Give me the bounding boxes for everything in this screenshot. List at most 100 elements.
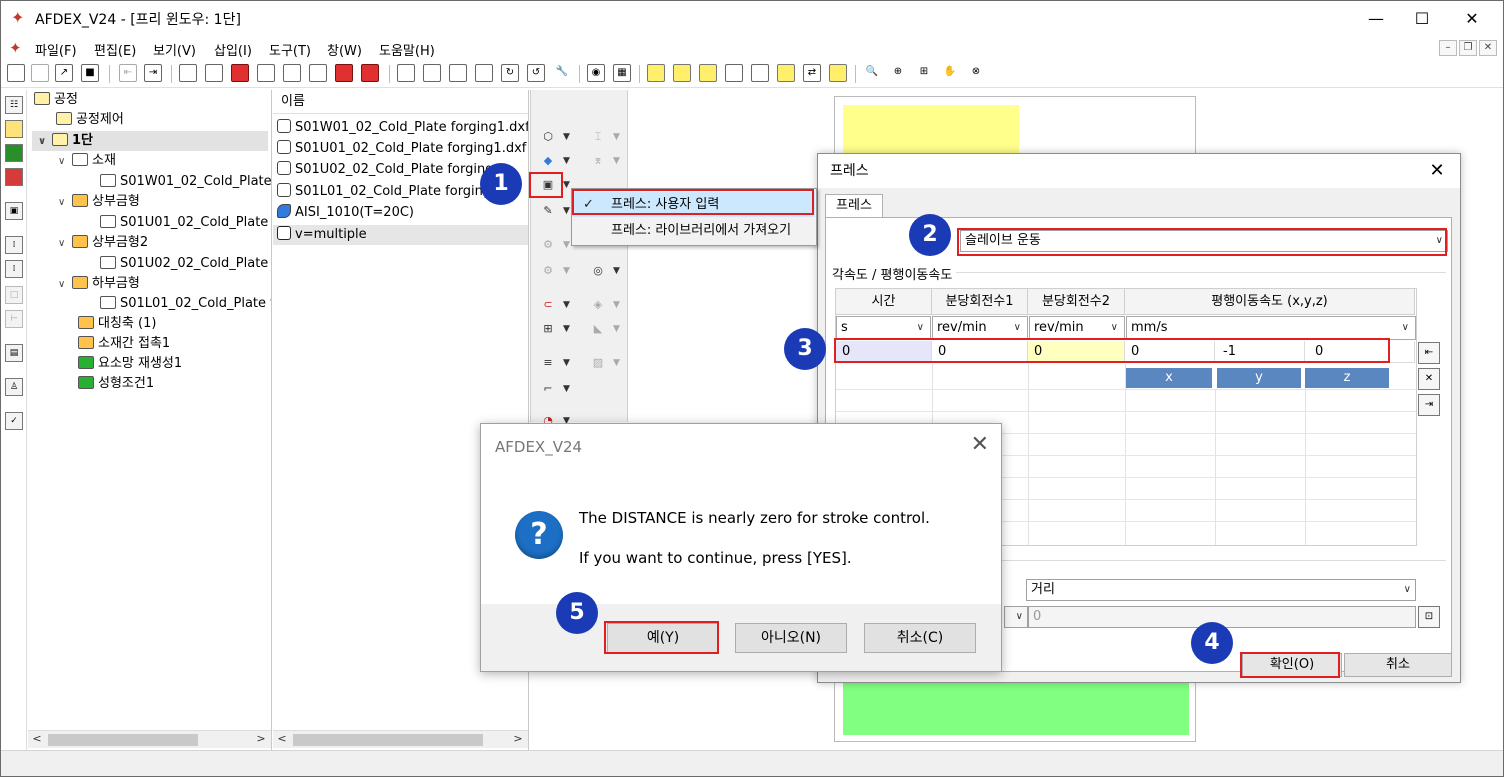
scrollbar-thumb[interactable] [293,734,483,746]
list-item[interactable]: S01L01_02_Cold_Plate forging [277,182,491,202]
chevron-down-icon[interactable]: ∨ [38,132,52,152]
cancel-button[interactable]: 취소 [1344,653,1452,677]
view-box-icon[interactable] [205,64,223,82]
cell-time[interactable]: 0 [836,341,932,363]
zoom-window-icon[interactable]: ⊗ [967,64,985,82]
tree-collapse-icon[interactable]: ⁞ [5,260,23,278]
tree-item[interactable]: 요소망 재생성1 [78,354,182,374]
press-tool-icon[interactable]: ▣ [537,176,559,196]
append-row-icon[interactable]: ⇥ [1418,394,1440,416]
column-header[interactable]: 분당회전수1 [932,289,1028,315]
mdi-restore-button[interactable]: ❐ [1459,40,1477,56]
chevron-down-icon[interactable]: ▼ [563,324,570,334]
save-icon[interactable]: ■ [81,64,99,82]
boundary-icon[interactable]: ⊞ [537,320,559,340]
user-icon[interactable]: ♙ [5,378,23,396]
tree-item[interactable]: S01W01_02_Cold_Plate [100,172,271,192]
shade-edge-icon[interactable] [673,64,691,82]
view-red-box-icon[interactable] [335,64,353,82]
column-header[interactable]: 평행이동속도 (x,y,z) [1125,289,1415,315]
chevron-down-icon[interactable]: ▼ [563,300,570,310]
ok-button[interactable]: 확인(O) [1242,653,1342,677]
unit-select-time[interactable]: s ∨ [836,316,931,340]
menu-file[interactable]: 파일(F) [35,40,77,59]
ring-icon[interactable]: ◎ [587,262,609,282]
file-list-header[interactable]: 이름 [273,90,528,114]
zoom-icon[interactable]: 🔍 [863,64,881,82]
tree-item[interactable]: 대칭축 (1) [78,314,156,334]
unit-select-rpm1[interactable]: rev/min ∨ [932,316,1028,340]
contact-tool-icon[interactable]: ⊂ [537,296,559,316]
chevron-down-icon[interactable]: ∨ [58,193,72,213]
open-folder-icon[interactable] [31,64,49,82]
menu-window[interactable]: 창(W) [327,40,362,59]
close-button[interactable]: ✕ [1449,5,1495,33]
remesh-tool-icon[interactable]: ⌐ [537,380,559,400]
swap-icon[interactable]: ⇄ [803,64,821,82]
scroll-right-icon[interactable]: > [511,732,525,748]
list-item-selected[interactable]: v=multiple [273,225,528,245]
layout-icon[interactable]: ▤ [5,344,23,362]
mdi-close-button[interactable]: ✕ [1479,40,1497,56]
view-box-icon[interactable] [179,64,197,82]
wire-mesh-icon[interactable] [751,64,769,82]
motion-type-select[interactable]: 슬레이브 운동 ∨ [960,230,1448,252]
tree-item[interactable]: 소재간 접촉1 [78,334,170,354]
chevron-down-icon[interactable]: ▼ [613,266,620,276]
menu-insert[interactable]: 삽입(I) [214,40,252,59]
tree-item[interactable]: ∨ 하부금형 [58,274,140,294]
mesh-icon[interactable] [699,64,717,82]
menu-help[interactable]: 도움말(H) [379,40,435,59]
import-icon[interactable]: ⇤ [119,64,137,82]
menu-view[interactable]: 보기(V) [153,40,196,59]
tree-item-selected[interactable]: ∨ 1단 [32,131,268,151]
view-iso-icon[interactable] [397,64,415,82]
tree-item[interactable]: 공정 [34,90,78,110]
dialog-close-icon[interactable]: ✕ [1424,159,1450,183]
maximize-button[interactable]: ☐ [1399,5,1445,33]
chevron-down-icon[interactable]: ▼ [563,180,570,190]
export-icon[interactable]: ⇥ [144,64,162,82]
wireframe-icon[interactable] [725,64,743,82]
list-item[interactable]: S01U01_02_Cold_Plate forging1.dxf [277,139,526,159]
transparent-icon[interactable] [777,64,795,82]
open-icon[interactable]: ↗ [55,64,73,82]
pick-icon[interactable]: ⊡ [1418,606,1440,628]
cell-rpm2[interactable]: 0 [1028,341,1125,363]
display-icon[interactable] [5,168,23,186]
tree-item[interactable]: ∨ 상부금형 [58,192,140,212]
grid-color-icon[interactable]: ▦ [613,64,631,82]
material-tool-icon[interactable]: ⬡ [537,128,559,148]
view-red-box-icon[interactable] [361,64,379,82]
column-header[interactable]: 시간 [836,289,932,315]
menu-item-press-from-library[interactable]: 프레스: 라이브러리에서 가져오기 [573,218,815,243]
small-select[interactable]: ∨ [1004,606,1028,628]
tree-item[interactable]: 성형조건1 [78,374,154,394]
chevron-down-icon[interactable]: ∨ [58,152,72,172]
chevron-down-icon[interactable]: ▼ [563,358,570,368]
menu-tools[interactable]: 도구(T) [269,40,311,59]
tree-item[interactable]: 공정제어 [56,110,124,130]
mdi-minimize-button[interactable]: – [1439,40,1457,56]
chevron-down-icon[interactable]: ▼ [563,132,570,142]
scrollbar-thumb[interactable] [48,734,198,746]
view-iso-icon[interactable] [423,64,441,82]
new-file-icon[interactable] [7,64,25,82]
minimize-button[interactable]: — [1353,5,1399,33]
stroke-control-select[interactable]: 거리 ∨ [1026,579,1416,601]
shade-icon[interactable] [647,64,665,82]
file-list-horizontal-scrollbar[interactable]: < > [273,730,528,748]
unit-select-velocity[interactable]: mm/s ∨ [1126,316,1416,340]
scroll-right-icon[interactable]: > [254,732,268,748]
tree-item[interactable]: S01U01_02_Cold_Plate f [100,213,271,233]
unit-select-rpm2[interactable]: rev/min ∨ [1029,316,1125,340]
scroll-left-icon[interactable]: < [30,732,44,748]
view-red-box-icon[interactable] [231,64,249,82]
menu-item-press-user-input[interactable]: ✓ 프레스: 사용자 입력 [573,192,815,217]
camera-icon[interactable]: ◉ [587,64,605,82]
no-button[interactable]: 아니오(N) [735,623,847,653]
tree-item[interactable]: S01L01_02_Cold_Plate f [100,294,271,314]
msg-cancel-button[interactable]: 취소(C) [864,623,976,653]
app-menu-icon[interactable]: ✦ [9,39,27,57]
list-item[interactable]: AISI_1010(T=20C) [277,203,414,223]
